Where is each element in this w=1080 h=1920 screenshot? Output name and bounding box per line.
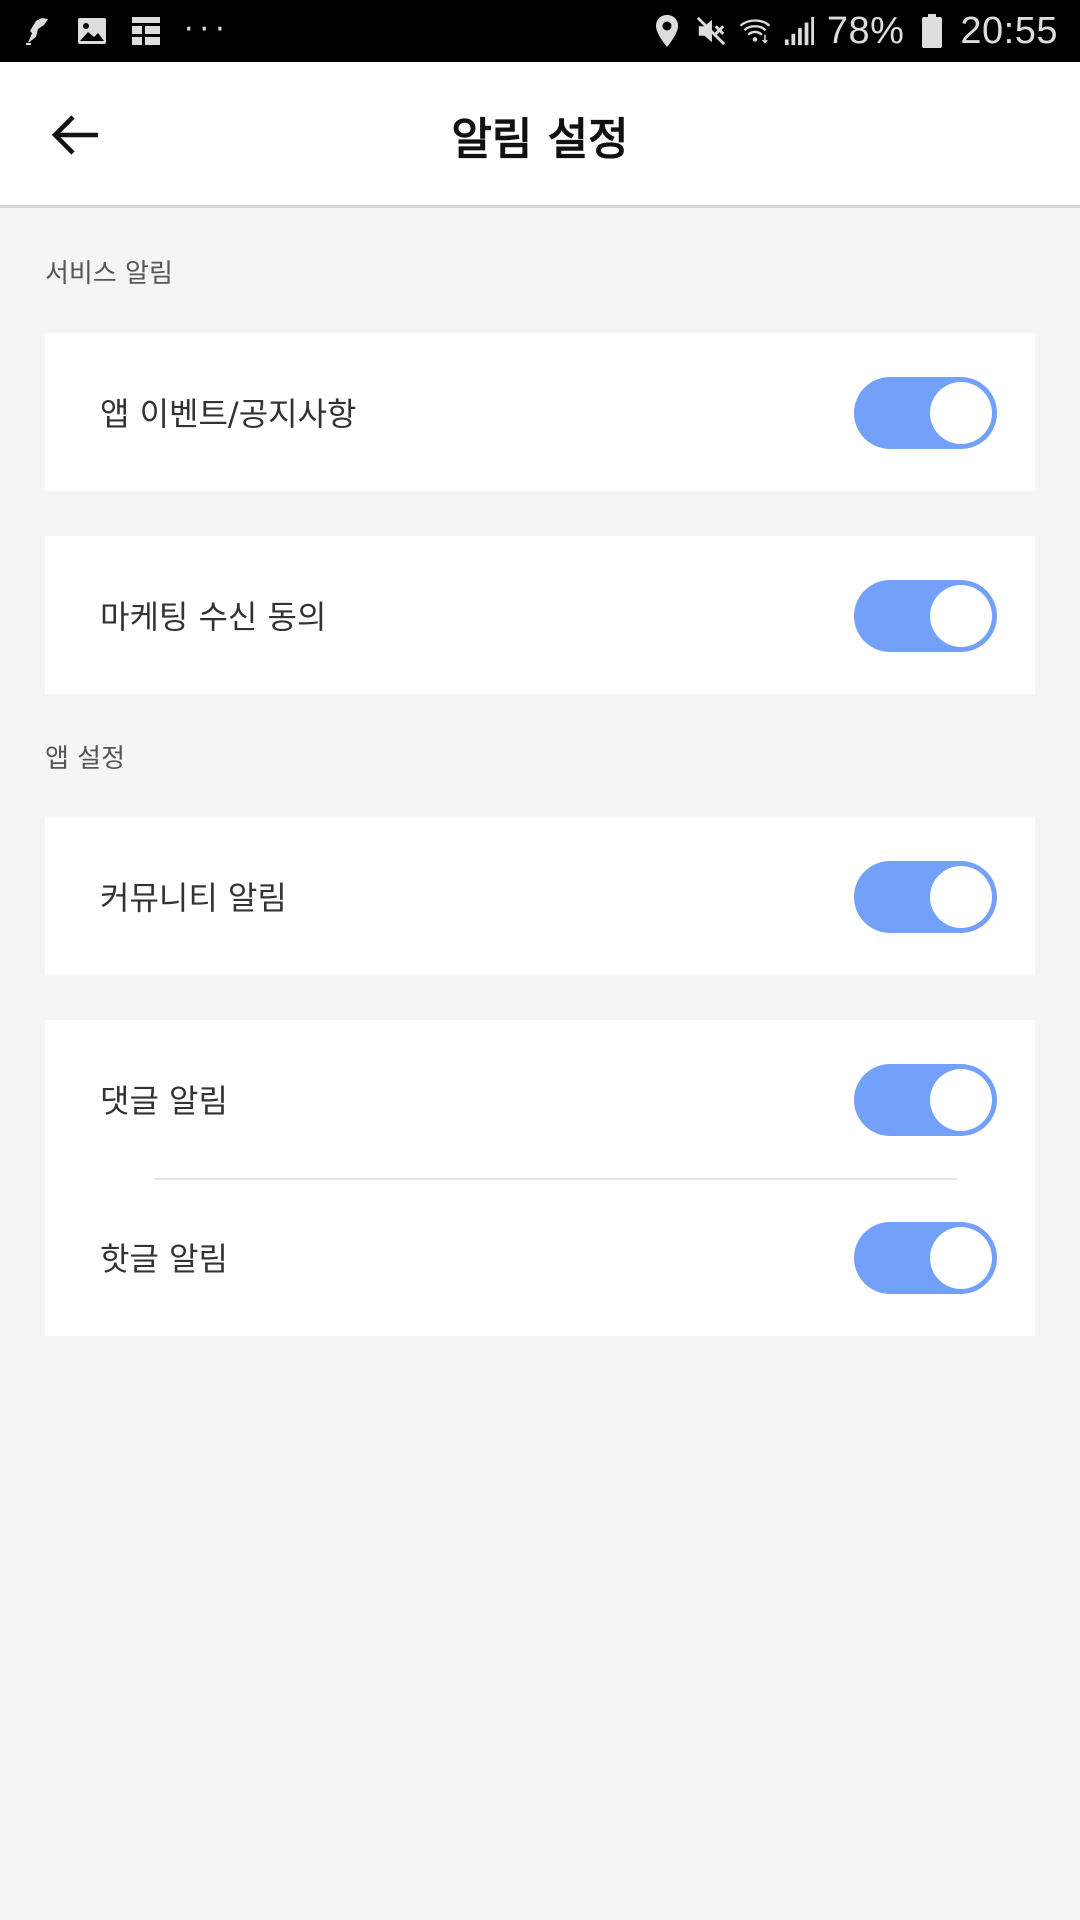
section-label-app: 앱 설정	[45, 744, 126, 774]
signal-icon	[783, 15, 815, 47]
clock: 20:55	[960, 9, 1058, 52]
back-button[interactable]	[40, 100, 110, 170]
calendar-icon	[130, 15, 162, 47]
status-bar-left: ···	[22, 11, 253, 47]
status-bar-right: 78% 20:55	[639, 10, 1058, 53]
setting-card-app-events: 앱 이벤트/공지사항	[45, 333, 1035, 491]
image-icon	[76, 15, 108, 47]
toggle-knob	[930, 866, 992, 928]
battery-icon	[916, 14, 948, 48]
app-notification-icon	[22, 15, 54, 47]
toggle-knob	[930, 382, 992, 444]
setting-row-marketing: 마케팅 수신 동의	[45, 536, 1035, 694]
setting-card-community: 커뮤니티 알림	[45, 817, 1035, 975]
setting-card-marketing: 마케팅 수신 동의	[45, 536, 1035, 694]
hot-post-toggle[interactable]	[854, 1222, 997, 1294]
setting-label: 앱 이벤트/공지사항	[100, 395, 357, 433]
community-toggle[interactable]	[854, 861, 997, 933]
battery-percent: 78%	[826, 9, 905, 52]
status-bar: ··· 78% 20:55	[0, 0, 1080, 62]
divider	[155, 1178, 957, 1180]
toggle-knob	[930, 585, 992, 647]
setting-label: 핫글 알림	[100, 1240, 228, 1278]
more-icon: ···	[184, 11, 231, 47]
mute-icon	[695, 15, 727, 47]
wifi-icon	[739, 15, 771, 47]
location-icon	[651, 15, 683, 47]
arrow-left-icon	[51, 115, 98, 155]
section-label-service: 서비스 알림	[45, 259, 173, 289]
setting-row-app-events: 앱 이벤트/공지사항	[45, 333, 1035, 491]
setting-row-hot-posts: 핫글 알림	[45, 1178, 1035, 1336]
marketing-toggle[interactable]	[854, 580, 997, 652]
setting-label: 마케팅 수신 동의	[100, 598, 327, 636]
setting-label: 커뮤니티 알림	[100, 879, 287, 917]
comment-toggle[interactable]	[854, 1064, 997, 1136]
toggle-knob	[930, 1227, 992, 1289]
app-events-toggle[interactable]	[854, 377, 997, 449]
toggle-knob	[930, 1069, 992, 1131]
setting-card-comments-hot: 댓글 알림 핫글 알림	[45, 1020, 1035, 1336]
setting-label: 댓글 알림	[100, 1082, 228, 1120]
setting-row-community: 커뮤니티 알림	[45, 817, 1035, 975]
app-header: 알림 설정	[0, 62, 1080, 208]
page-title: 알림 설정	[451, 114, 629, 165]
setting-row-comments: 댓글 알림	[45, 1020, 1035, 1178]
